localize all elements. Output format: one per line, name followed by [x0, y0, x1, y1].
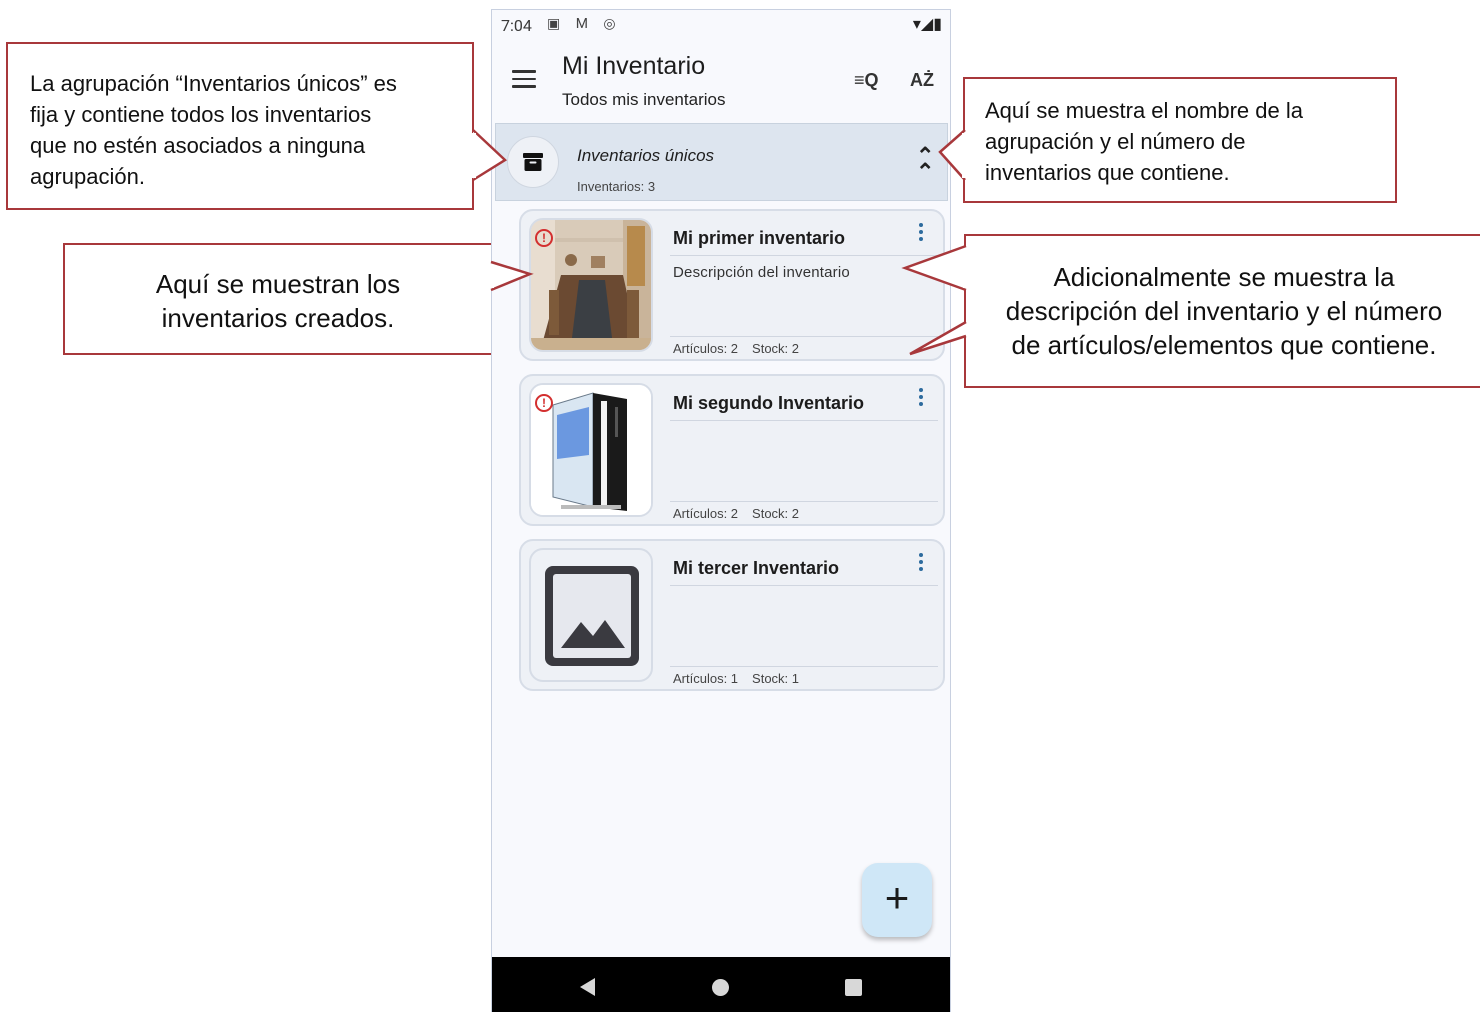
app-bar: Mi Inventario Todos mis inventarios ≡Q A…: [492, 42, 950, 122]
filter-search-icon[interactable]: ≡Q: [854, 70, 879, 91]
inventory-counts: Artículos: 1 Stock: 1: [673, 671, 799, 686]
divider: [670, 255, 938, 256]
app-subtitle: Todos mis inventarios: [562, 90, 726, 109]
divider: [670, 585, 938, 586]
stock-count: Stock: 2: [752, 341, 799, 356]
group-header[interactable]: Inventarios únicos Inventarios: 3 ⌃ ⌃: [495, 123, 948, 201]
callout-group-name-count: Aquí se muestra el nombre de la agrupaci…: [963, 77, 1397, 203]
warning-icon: !: [535, 394, 553, 412]
inventory-title: Mi primer inventario: [673, 228, 846, 248]
group-avatar: [507, 136, 559, 188]
menu-icon[interactable]: [512, 70, 536, 88]
articles-count: Artículos: 2: [673, 341, 739, 356]
archive-box-icon: [523, 153, 543, 171]
inventory-description: Descripción del inventario: [673, 264, 850, 281]
callout-fixed-group: La agrupación “Inventarios únicos” es fi…: [6, 42, 474, 210]
inventory-counts: Artículos: 2 Stock: 2: [673, 506, 799, 521]
recents-icon[interactable]: [845, 979, 862, 996]
divider: [670, 501, 938, 502]
inventory-card[interactable]: ! Mi primer inventario Descripción del i…: [519, 209, 945, 361]
more-vertical-icon[interactable]: [918, 553, 924, 574]
inventory-card[interactable]: Mi tercer Inventario Artículos: 1 Stock: …: [519, 539, 945, 691]
inventory-title: Mi tercer Inventario: [673, 558, 840, 578]
sort-az-icon[interactable]: AŻ: [910, 70, 934, 91]
articles-count: Artículos: 1: [673, 671, 739, 686]
system-nav-bar: [492, 957, 950, 1012]
warning-icon: !: [535, 229, 553, 247]
notification-icons: ▣ M ◎: [547, 16, 622, 32]
status-time: 7:04: [501, 16, 532, 35]
group-count: Inventarios: 3: [577, 179, 656, 194]
callout-text: Aquí se muestra el nombre de la agrupaci…: [985, 98, 1303, 185]
image-placeholder-icon: [545, 566, 639, 666]
back-icon[interactable]: [580, 978, 595, 996]
stock-count: Stock: 1: [752, 671, 799, 686]
divider: [670, 336, 938, 337]
callout-text: Adicionalmente se muestra la descripción…: [1005, 262, 1443, 360]
status-bar: 7:04 ▣ M ◎ ▾◢▮: [492, 10, 950, 40]
phone-screen: 7:04 ▣ M ◎ ▾◢▮ Mi Inventario Todos mis i…: [491, 9, 951, 1012]
home-icon[interactable]: [712, 979, 729, 996]
callout-text: La agrupación “Inventarios únicos” es fi…: [30, 71, 397, 189]
callout-inventories-shown: Aquí se muestran los inventarios creados…: [63, 243, 493, 355]
chevron-double-up-icon[interactable]: ⌃ ⌃: [916, 145, 934, 183]
inventory-thumbnail: [529, 548, 653, 682]
articles-count: Artículos: 2: [673, 506, 739, 521]
stock-count: Stock: 2: [752, 506, 799, 521]
signal-battery-icon: ▾◢▮: [912, 14, 942, 33]
add-inventory-button[interactable]: +: [862, 863, 932, 937]
inventory-card[interactable]: ! Mi segundo Inventario Artículos: 2 Stoc…: [519, 374, 945, 526]
group-name: Inventarios únicos: [577, 146, 715, 165]
more-vertical-icon[interactable]: [918, 388, 924, 409]
callout-text: Aquí se muestran los inventarios creados…: [155, 269, 401, 333]
inventory-counts: Artículos: 2 Stock: 2: [673, 341, 799, 356]
app-title: Mi Inventario: [562, 52, 706, 80]
divider: [670, 666, 938, 667]
inventory-title: Mi segundo Inventario: [673, 393, 865, 413]
callout-description-count: Adicionalmente se muestra la descripción…: [964, 234, 1480, 388]
divider: [670, 420, 938, 421]
more-vertical-icon[interactable]: [918, 223, 924, 244]
